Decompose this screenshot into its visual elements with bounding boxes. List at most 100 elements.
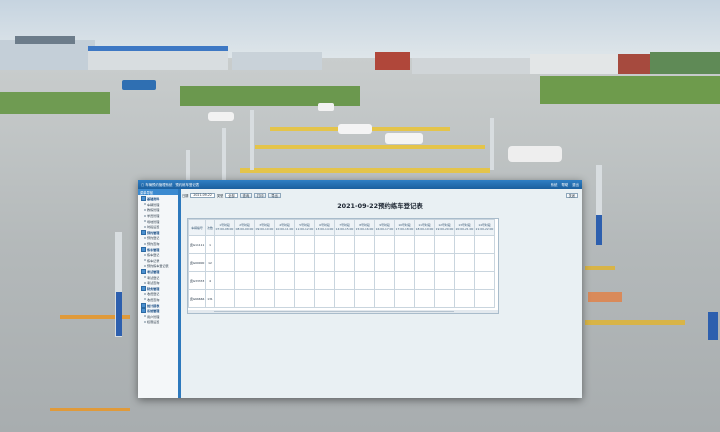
booking-cell[interactable] [254, 253, 275, 272]
booking-cell[interactable] [214, 235, 235, 254]
export-button[interactable]: 导出 [268, 192, 281, 198]
menu-exit[interactable]: 退出 [572, 182, 579, 187]
sidebar-item[interactable]: 权限设置 [138, 319, 178, 325]
car-number-cell: 冀G33333 [188, 271, 206, 290]
booking-cell[interactable] [394, 271, 415, 290]
query-button[interactable]: 查询 [239, 192, 253, 198]
booking-cell[interactable] [434, 271, 455, 290]
booking-cell[interactable] [374, 235, 395, 254]
booking-cell[interactable] [354, 253, 375, 272]
table-body: 冀G11111 1 冀G00000 12 冀G33333 4 冀G66666 131 [188, 235, 495, 308]
sidebar-item-label: 收费登记 [147, 292, 160, 297]
booking-cell[interactable] [274, 235, 295, 254]
booking-cell[interactable] [454, 235, 475, 254]
sidebar-item-label: 基础资料 [147, 197, 160, 202]
bullet-icon [144, 298, 146, 301]
bullet-icon [144, 236, 146, 239]
booking-cell[interactable] [414, 235, 435, 254]
booking-cell[interactable] [254, 289, 275, 308]
table-row[interactable]: 冀G11111 1 [188, 235, 495, 254]
booking-cell[interactable] [394, 289, 415, 308]
booking-cell[interactable] [414, 289, 435, 308]
booking-cell[interactable] [374, 289, 395, 308]
booking-cell[interactable] [434, 235, 455, 254]
app-title: ▢ 车辆预约管理系统 [141, 183, 173, 187]
sidebar-splitter[interactable] [178, 189, 181, 398]
booking-cell[interactable] [234, 271, 255, 290]
menu-help[interactable]: 帮助 [561, 182, 568, 187]
table-row[interactable]: 冀G66666 131 [188, 289, 495, 308]
menu-system[interactable]: 系统 [551, 182, 558, 187]
booking-cell[interactable] [414, 253, 435, 272]
booking-cell[interactable] [294, 235, 315, 254]
count-cell: 4 [205, 271, 215, 290]
sidebar-item-label: 练车记录 [147, 258, 160, 263]
booking-cell[interactable] [314, 271, 335, 290]
column-header-count: 次数 [205, 219, 215, 236]
scrollbar-thumb[interactable] [214, 310, 454, 313]
booking-cell[interactable] [454, 253, 475, 272]
booking-cell[interactable] [334, 271, 355, 290]
booking-cell[interactable] [314, 253, 335, 272]
sidebar-item-label: 系统管理 [147, 309, 160, 314]
column-header-slot: 9号时段 16:00-17:00 [374, 219, 395, 236]
booking-cell[interactable] [254, 235, 275, 254]
date-field[interactable]: 2021-09-22 [190, 192, 215, 198]
horizontal-scrollbar[interactable] [188, 310, 498, 313]
close-button[interactable]: 关闭 [565, 192, 578, 198]
folder-icon [141, 229, 146, 235]
slot-time: 17:00-18:00 [395, 226, 414, 231]
booking-cell[interactable] [214, 289, 235, 308]
booking-cell[interactable] [454, 289, 475, 308]
booking-cell[interactable] [274, 271, 295, 290]
booking-cell[interactable] [414, 271, 435, 290]
folder-icon [141, 246, 146, 252]
booking-cell[interactable] [394, 253, 415, 272]
car-number-cell: 冀G11111 [188, 235, 206, 254]
booking-cell[interactable] [214, 271, 235, 290]
booking-cell[interactable] [434, 253, 455, 272]
slot-time: 11:00-12:00 [295, 226, 314, 231]
booking-cell[interactable] [354, 235, 375, 254]
booking-cell[interactable] [354, 289, 375, 308]
booking-cell[interactable] [434, 289, 455, 308]
booking-cell[interactable] [234, 289, 255, 308]
bullet-icon [144, 242, 146, 245]
table-row[interactable]: 冀G33333 4 [188, 271, 495, 290]
booking-cell[interactable] [474, 289, 495, 308]
print-button[interactable]: 打印 [254, 192, 267, 198]
booking-cell[interactable] [274, 289, 295, 308]
column-header-slot: 7号时段 14:00-15:00 [334, 219, 355, 236]
sidebar-item-label: 权限设置 [147, 320, 160, 325]
booking-cell[interactable] [474, 235, 495, 254]
sidebar-item-label: 车辆管理 [147, 202, 160, 207]
booking-cell[interactable] [214, 253, 235, 272]
booking-cell[interactable] [394, 235, 415, 254]
booking-table: 车辆编号 次数 1号时段 07:00-08:00 2号时段 08:00-09:00 3号时段… [188, 219, 495, 308]
booking-cell[interactable] [474, 271, 495, 290]
booking-cell[interactable] [454, 271, 475, 290]
folder-icon [141, 196, 146, 202]
type-select[interactable]: 全部 [225, 192, 238, 198]
booking-cell[interactable] [294, 289, 315, 308]
booking-cell[interactable] [334, 289, 355, 308]
booking-cell[interactable] [234, 253, 255, 272]
sidebar-item-label: 预约查询 [147, 242, 160, 247]
sidebar-item-label: 预约管理 [147, 230, 160, 235]
table-row[interactable]: 冀G00000 12 [188, 253, 495, 272]
booking-cell[interactable] [334, 253, 355, 272]
booking-cell[interactable] [294, 253, 315, 272]
booking-cell[interactable] [294, 271, 315, 290]
slot-time: 19:00-20:00 [435, 226, 454, 231]
booking-cell[interactable] [234, 235, 255, 254]
booking-cell[interactable] [314, 235, 335, 254]
booking-cell[interactable] [354, 271, 375, 290]
booking-cell[interactable] [274, 253, 295, 272]
booking-cell[interactable] [374, 253, 395, 272]
booking-cell[interactable] [334, 235, 355, 254]
booking-cell[interactable] [314, 289, 335, 308]
toolbar: 日期 2021-09-22 类型 全部 查询 打印 导出 关闭 [182, 191, 578, 199]
booking-cell[interactable] [254, 271, 275, 290]
booking-cell[interactable] [374, 271, 395, 290]
booking-cell[interactable] [474, 253, 495, 272]
